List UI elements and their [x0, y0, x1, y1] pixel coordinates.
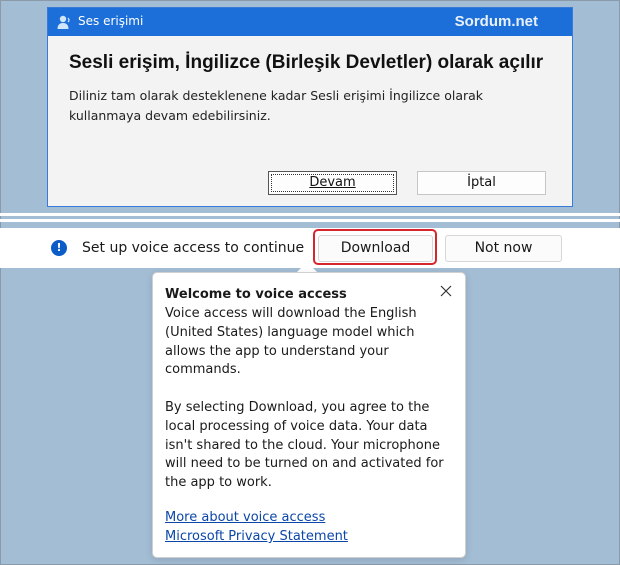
download-button[interactable]: Download — [318, 235, 433, 262]
dialog-titlebar[interactable]: Ses erişimi Sordum.net — [48, 8, 572, 36]
continue-button[interactable]: Devam — [268, 171, 397, 195]
info-icon: ! — [51, 240, 67, 256]
more-about-link[interactable]: More about voice access — [165, 510, 325, 525]
popup-body: Voice access will download the English (… — [165, 305, 455, 493]
popup-paragraph-1: Voice access will download the English (… — [165, 306, 417, 378]
setup-message: Set up voice access to continue — [82, 240, 305, 256]
privacy-statement-link[interactable]: Microsoft Privacy Statement — [165, 529, 348, 544]
dialog-body: Diliniz tam olarak desteklenene kadar Se… — [69, 88, 484, 123]
popup-paragraph-2: By selecting Download, you agree to the … — [165, 399, 444, 491]
person-icon — [57, 15, 70, 29]
separator-bottom — [0, 219, 620, 222]
cancel-button[interactable]: İptal — [417, 171, 546, 195]
dialog-heading: Sesli erişim, İngilizce (Birleşik Devlet… — [69, 52, 544, 73]
continue-button-label: Devam — [309, 175, 356, 190]
voice-access-dialog: Ses erişimi Sordum.net Sesli erişim, İng… — [47, 7, 573, 207]
close-icon[interactable] — [439, 284, 453, 298]
welcome-popup: Welcome to voice access Voice access wil… — [152, 272, 466, 558]
watermark: Sordum.net — [454, 13, 538, 30]
dialog-title: Ses erişimi — [78, 14, 144, 28]
separator-top — [0, 213, 620, 216]
popup-title: Welcome to voice access — [165, 287, 347, 302]
not-now-button[interactable]: Not now — [445, 235, 562, 262]
